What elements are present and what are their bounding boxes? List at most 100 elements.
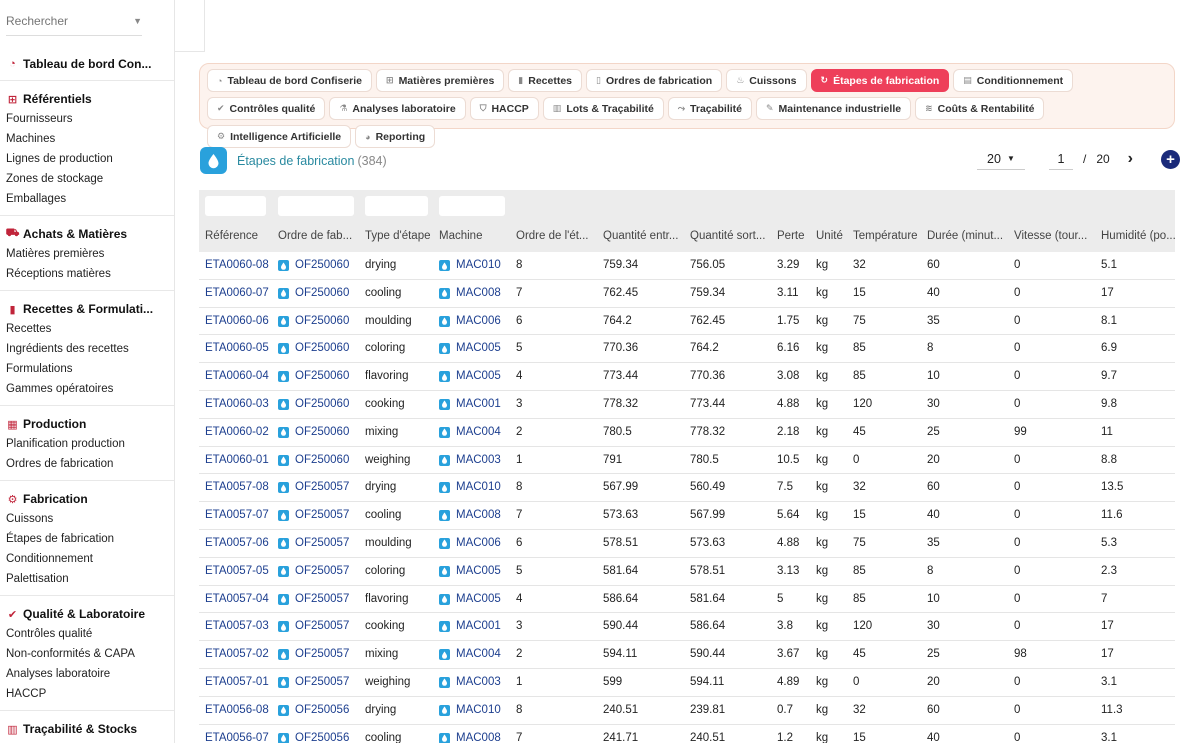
table-cell[interactable]: ETA0056-07 <box>205 725 269 743</box>
table-cell[interactable]: OF250060 <box>278 391 349 418</box>
filter-machine[interactable] <box>439 196 505 216</box>
tab-analyses-laboratoire[interactable]: ⚗ Analyses laboratoire <box>329 97 466 120</box>
machine-link[interactable]: MAC003 <box>456 669 501 696</box>
search-field[interactable]: ▼ <box>6 6 142 36</box>
sidebar-item[interactable]: Analyses laboratoire <box>0 664 174 684</box>
sidebar-item[interactable]: Formulations <box>0 359 174 379</box>
table-cell[interactable]: ETA0057-05 <box>205 558 269 585</box>
reference-link[interactable]: ETA0060-08 <box>205 252 269 279</box>
order-link[interactable]: OF250057 <box>295 474 349 501</box>
reference-link[interactable]: ETA0057-05 <box>205 558 269 585</box>
table-row[interactable]: ETA0056-07 OF250056 cooling MAC008 7 241.71 24… <box>199 725 1175 743</box>
table-cell[interactable]: ETA0060-03 <box>205 391 269 418</box>
reference-link[interactable]: ETA0060-02 <box>205 419 269 446</box>
reference-link[interactable]: ETA0057-02 <box>205 641 269 668</box>
reference-link[interactable]: ETA0060-06 <box>205 308 269 335</box>
table-row[interactable]: ETA0060-05 OF250060 coloring MAC005 5 770.36 7… <box>199 335 1175 364</box>
column-header[interactable]: Ordre de l'ét... <box>516 221 598 252</box>
table-cell[interactable]: ETA0060-05 <box>205 335 269 362</box>
table-row[interactable]: ETA0060-07 OF250060 cooling MAC008 7 762.45 75… <box>199 280 1175 308</box>
table-cell[interactable]: ETA0057-02 <box>205 641 269 668</box>
table-cell[interactable]: MAC010 <box>439 474 501 501</box>
table-row[interactable]: ETA0060-03 OF250060 cooking MAC001 3 778.32 77… <box>199 391 1175 419</box>
table-row[interactable]: ETA0057-03 OF250057 cooking MAC001 3 590.44 58… <box>199 613 1175 642</box>
column-header[interactable]: Référence <box>205 221 275 252</box>
table-row[interactable]: ETA0057-04 OF250057 flavoring MAC005 4 586.64… <box>199 586 1175 614</box>
reference-link[interactable]: ETA0057-01 <box>205 669 269 696</box>
order-link[interactable]: OF250060 <box>295 308 349 335</box>
column-header[interactable]: Ordre de fab... <box>278 221 356 252</box>
sidebar-item[interactable]: Palettisation <box>0 569 174 589</box>
sidebar-section-header[interactable]: ▥ Traçabilité & Stocks <box>0 719 174 739</box>
table-cell[interactable]: MAC006 <box>439 530 501 557</box>
table-cell[interactable]: MAC005 <box>439 335 501 362</box>
tab-haccp[interactable]: ⛉ HACCP <box>469 97 539 120</box>
sidebar-item[interactable]: Zones de stockage <box>0 169 174 189</box>
tab-controles-qualite[interactable]: ✔ Contrôles qualité <box>207 97 326 120</box>
sidebar-item[interactable]: Conditionnement <box>0 549 174 569</box>
table-cell[interactable]: MAC008 <box>439 502 501 529</box>
table-cell[interactable]: MAC004 <box>439 641 501 668</box>
table-row[interactable]: ETA0057-06 OF250057 moulding MAC006 6 578.51 5… <box>199 530 1175 558</box>
tab-matieres-premieres[interactable]: ⊞ Matières premières <box>376 69 505 92</box>
table-row[interactable]: ETA0057-07 OF250057 cooling MAC008 7 573.63 56… <box>199 502 1175 530</box>
column-header[interactable]: Type d'étape <box>365 221 435 252</box>
table-cell[interactable]: ETA0060-01 <box>205 447 269 474</box>
machine-link[interactable]: MAC005 <box>456 335 501 362</box>
machine-link[interactable]: MAC008 <box>456 725 501 743</box>
sidebar-item[interactable]: Machines <box>0 129 174 149</box>
reference-link[interactable]: ETA0056-07 <box>205 725 269 743</box>
reference-link[interactable]: ETA0057-08 <box>205 474 269 501</box>
sidebar-item[interactable]: Non-conformités & CAPA <box>0 644 174 664</box>
column-header[interactable]: Température <box>853 221 923 252</box>
machine-link[interactable]: MAC001 <box>456 613 501 640</box>
sidebar-section-header[interactable]: ⛟ Achats & Matières <box>0 224 174 244</box>
table-cell[interactable]: MAC005 <box>439 363 501 390</box>
table-row[interactable]: ETA0060-08 OF250060 drying MAC010 8 759.34 756… <box>199 252 1175 280</box>
table-cell[interactable]: ETA0060-04 <box>205 363 269 390</box>
table-cell[interactable]: OF250060 <box>278 308 349 335</box>
column-header[interactable]: Durée (minut... <box>927 221 1009 252</box>
tab-intelligence-artificielle[interactable]: ⚙ Intelligence Artificielle <box>207 125 352 148</box>
sidebar-item[interactable]: Étapes de fabrication <box>0 529 174 549</box>
sidebar-item[interactable]: Gammes opératoires <box>0 379 174 399</box>
table-cell[interactable]: OF250060 <box>278 363 349 390</box>
column-header[interactable]: Machine <box>439 221 513 252</box>
reference-link[interactable]: ETA0057-07 <box>205 502 269 529</box>
machine-link[interactable]: MAC010 <box>456 697 501 724</box>
machine-link[interactable]: MAC006 <box>456 308 501 335</box>
table-cell[interactable]: MAC005 <box>439 558 501 585</box>
reference-link[interactable]: ETA0060-03 <box>205 391 269 418</box>
table-row[interactable]: ETA0060-04 OF250060 flavoring MAC005 4 773.44… <box>199 363 1175 391</box>
column-header[interactable]: Vitesse (tour... <box>1014 221 1096 252</box>
table-row[interactable]: ETA0057-02 OF250057 mixing MAC004 2 594.11 590… <box>199 641 1175 669</box>
sidebar-section-header[interactable]: ⊞ Référentiels <box>0 89 174 109</box>
reference-link[interactable]: ETA0057-06 <box>205 530 269 557</box>
machine-link[interactable]: MAC006 <box>456 530 501 557</box>
machine-link[interactable]: MAC010 <box>456 252 501 279</box>
table-cell[interactable]: ETA0056-08 <box>205 697 269 724</box>
table-cell[interactable]: MAC005 <box>439 586 501 613</box>
sidebar-item[interactable]: Emballages <box>0 189 174 209</box>
tab-ordres-de-fabrication[interactable]: ▯ Ordres de fabrication <box>586 69 723 92</box>
table-row[interactable]: ETA0060-02 OF250060 mixing MAC004 2 780.5 778.… <box>199 419 1175 447</box>
table-cell[interactable]: OF250057 <box>278 669 349 696</box>
table-cell[interactable]: OF250057 <box>278 586 349 613</box>
table-cell[interactable]: OF250060 <box>278 335 349 362</box>
table-cell[interactable]: OF250056 <box>278 725 349 743</box>
tab-maintenance-industrielle[interactable]: ✎ Maintenance industrielle <box>756 97 912 120</box>
tab-tracabilite[interactable]: ⤳ Traçabilité <box>667 97 752 120</box>
order-link[interactable]: OF250060 <box>295 280 349 307</box>
reference-link[interactable]: ETA0060-05 <box>205 335 269 362</box>
table-cell[interactable]: OF250057 <box>278 613 349 640</box>
sidebar-section-header[interactable]: ▦ Production <box>0 414 174 434</box>
machine-link[interactable]: MAC005 <box>456 363 501 390</box>
table-cell[interactable]: ETA0060-07 <box>205 280 269 307</box>
table-cell[interactable]: ETA0057-04 <box>205 586 269 613</box>
table-row[interactable]: ETA0057-01 OF250057 weighing MAC003 1 599 594.… <box>199 669 1175 697</box>
table-cell[interactable]: ETA0057-07 <box>205 502 269 529</box>
machine-link[interactable]: MAC008 <box>456 502 501 529</box>
table-cell[interactable]: ETA0060-02 <box>205 419 269 446</box>
sidebar-item[interactable]: Cuissons <box>0 509 174 529</box>
reference-link[interactable]: ETA0057-03 <box>205 613 269 640</box>
